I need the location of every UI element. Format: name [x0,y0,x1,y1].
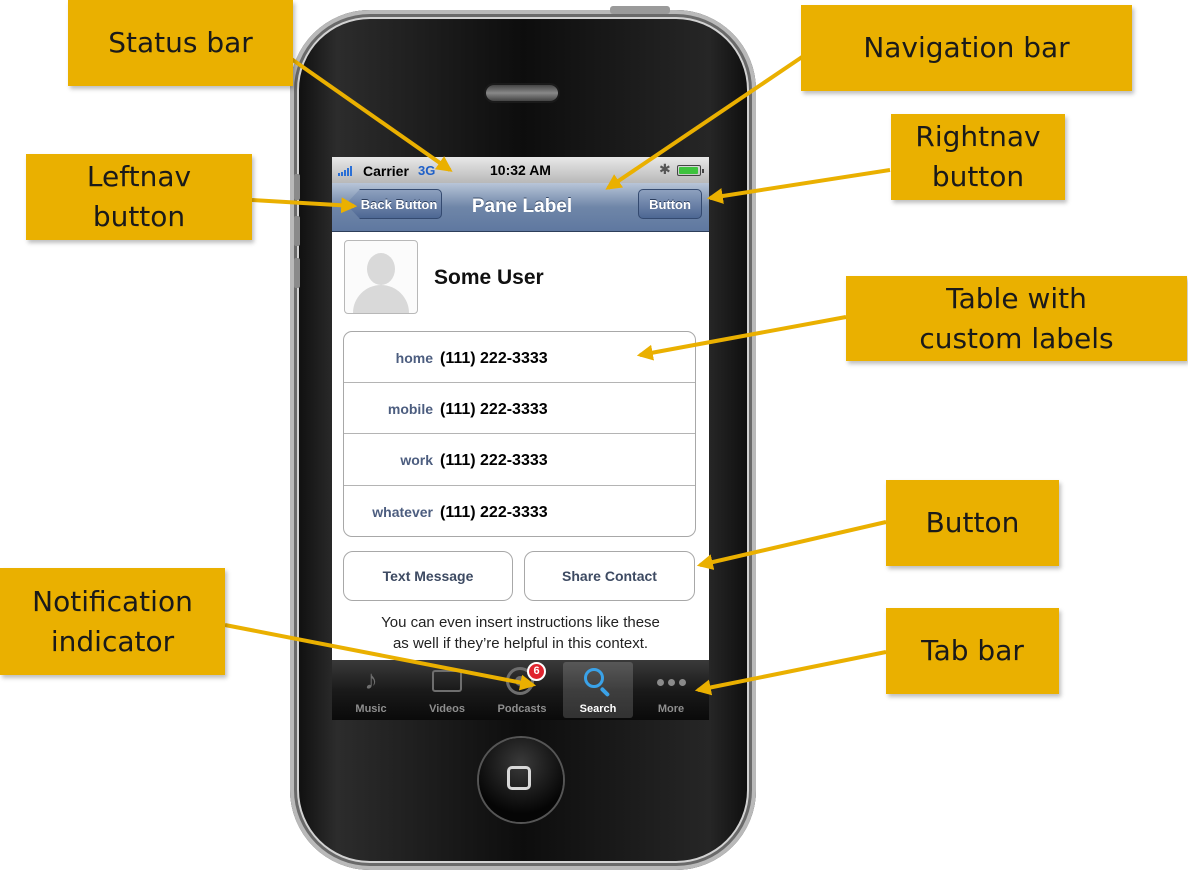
battery-icon [677,165,704,176]
callout-text: Rightnav [915,120,1041,153]
callout-text: indicator [50,624,175,658]
status-bar-callout: Status bar [68,0,293,86]
table-custom-labels-callout: Table with custom labels [846,276,1187,361]
contact-name: Some User [434,266,544,289]
tab-label: More [657,703,685,715]
instructions-text: You can even insert instructions like th… [332,612,709,654]
right-nav-button[interactable]: Button [638,189,702,219]
volume-down-button [294,258,300,288]
sleep-button [610,6,670,14]
callout-text: button [92,200,186,233]
leftnav-button-callout: Leftnav button [26,154,252,240]
phone-screen: Carrier 3G 10:32 AM ✱ Back Button Pane L… [332,157,709,720]
phone-label: whatever [372,503,433,520]
avatar-body-icon [353,285,409,313]
tab-label: Podcasts [497,703,547,715]
notification-indicator-callout: Notification indicator [0,568,225,675]
tab-music[interactable]: ♪ Music [336,662,406,718]
pane-title: Pane Label [471,196,573,217]
back-button[interactable]: Back Button [346,189,442,219]
bluetooth-icon: ✱ [659,161,671,177]
tab-label: Music [355,703,387,715]
callout-text: Navigation bar [863,31,1070,64]
tab-more[interactable]: More [636,662,706,718]
callout-text: Tab bar [921,634,1024,667]
callout-text: button [931,160,1025,193]
more-dots-icon [636,673,706,691]
video-screen-icon [412,663,482,697]
mute-switch [294,174,300,200]
callout-text: Status bar [108,26,253,59]
status-time: 10:32 AM [490,162,551,178]
earpiece-speaker [486,85,558,101]
navigation-bar: Back Button Pane Label Button [332,183,709,232]
phone-number: (111) 222-3333 [440,401,548,419]
search-handle-icon [599,686,611,698]
button-callout: Button [886,480,1059,566]
callout-text: Table with [946,281,1087,315]
instructions-line: You can even insert instructions like th… [381,614,660,631]
callout-text: Leftnav [86,160,192,193]
callout-text: Notification [32,584,193,618]
music-note-icon: ♪ [364,665,378,695]
phone-label: work [400,452,433,469]
home-button[interactable] [479,738,563,822]
avatar[interactable] [344,240,418,314]
avatar-head-icon [367,253,395,285]
tab-label: Search [579,703,617,715]
tab-label: Videos [429,703,465,715]
phone-number: (111) 222-3333 [440,503,548,521]
table-row[interactable]: mobile (111) 222-3333 [344,383,695,435]
callout-text: custom labels [919,321,1114,355]
table-row[interactable]: home (111) 222-3333 [344,332,695,384]
phone-number: (111) 222-3333 [440,452,548,470]
phone-label: home [395,350,433,366]
rightnav-button-callout: Rightnav button [891,114,1065,200]
search-icon [584,668,604,688]
volume-up-button [294,216,300,246]
callout-text: Button [925,506,1020,539]
share-contact-button[interactable]: Share Contact [524,551,695,601]
notification-badge: 6 [527,662,546,681]
phone-number-table: home (111) 222-3333 mobile (111) 222-333… [343,331,696,537]
phone-label: mobile [387,401,433,418]
text-message-button[interactable]: Text Message [343,551,513,601]
status-bar: Carrier 3G 10:32 AM ✱ [332,157,709,183]
tab-bar-callout: Tab bar [886,608,1059,694]
tab-podcasts[interactable]: 6 Podcasts [487,662,557,718]
phone-number: (111) 222-3333 [440,350,548,367]
tab-bar: ♪ Music Videos 6 Podcasts Search More [332,660,709,720]
table-row[interactable]: work (111) 222-3333 [344,434,695,486]
home-square-icon [507,766,531,790]
tab-videos[interactable]: Videos [412,662,482,718]
tab-search[interactable]: Search [563,662,633,718]
instructions-line: as well if they’re helpful in this conte… [392,635,649,652]
table-row[interactable]: whatever (111) 222-3333 [344,486,695,536]
navigation-bar-callout: Navigation bar [801,5,1132,91]
